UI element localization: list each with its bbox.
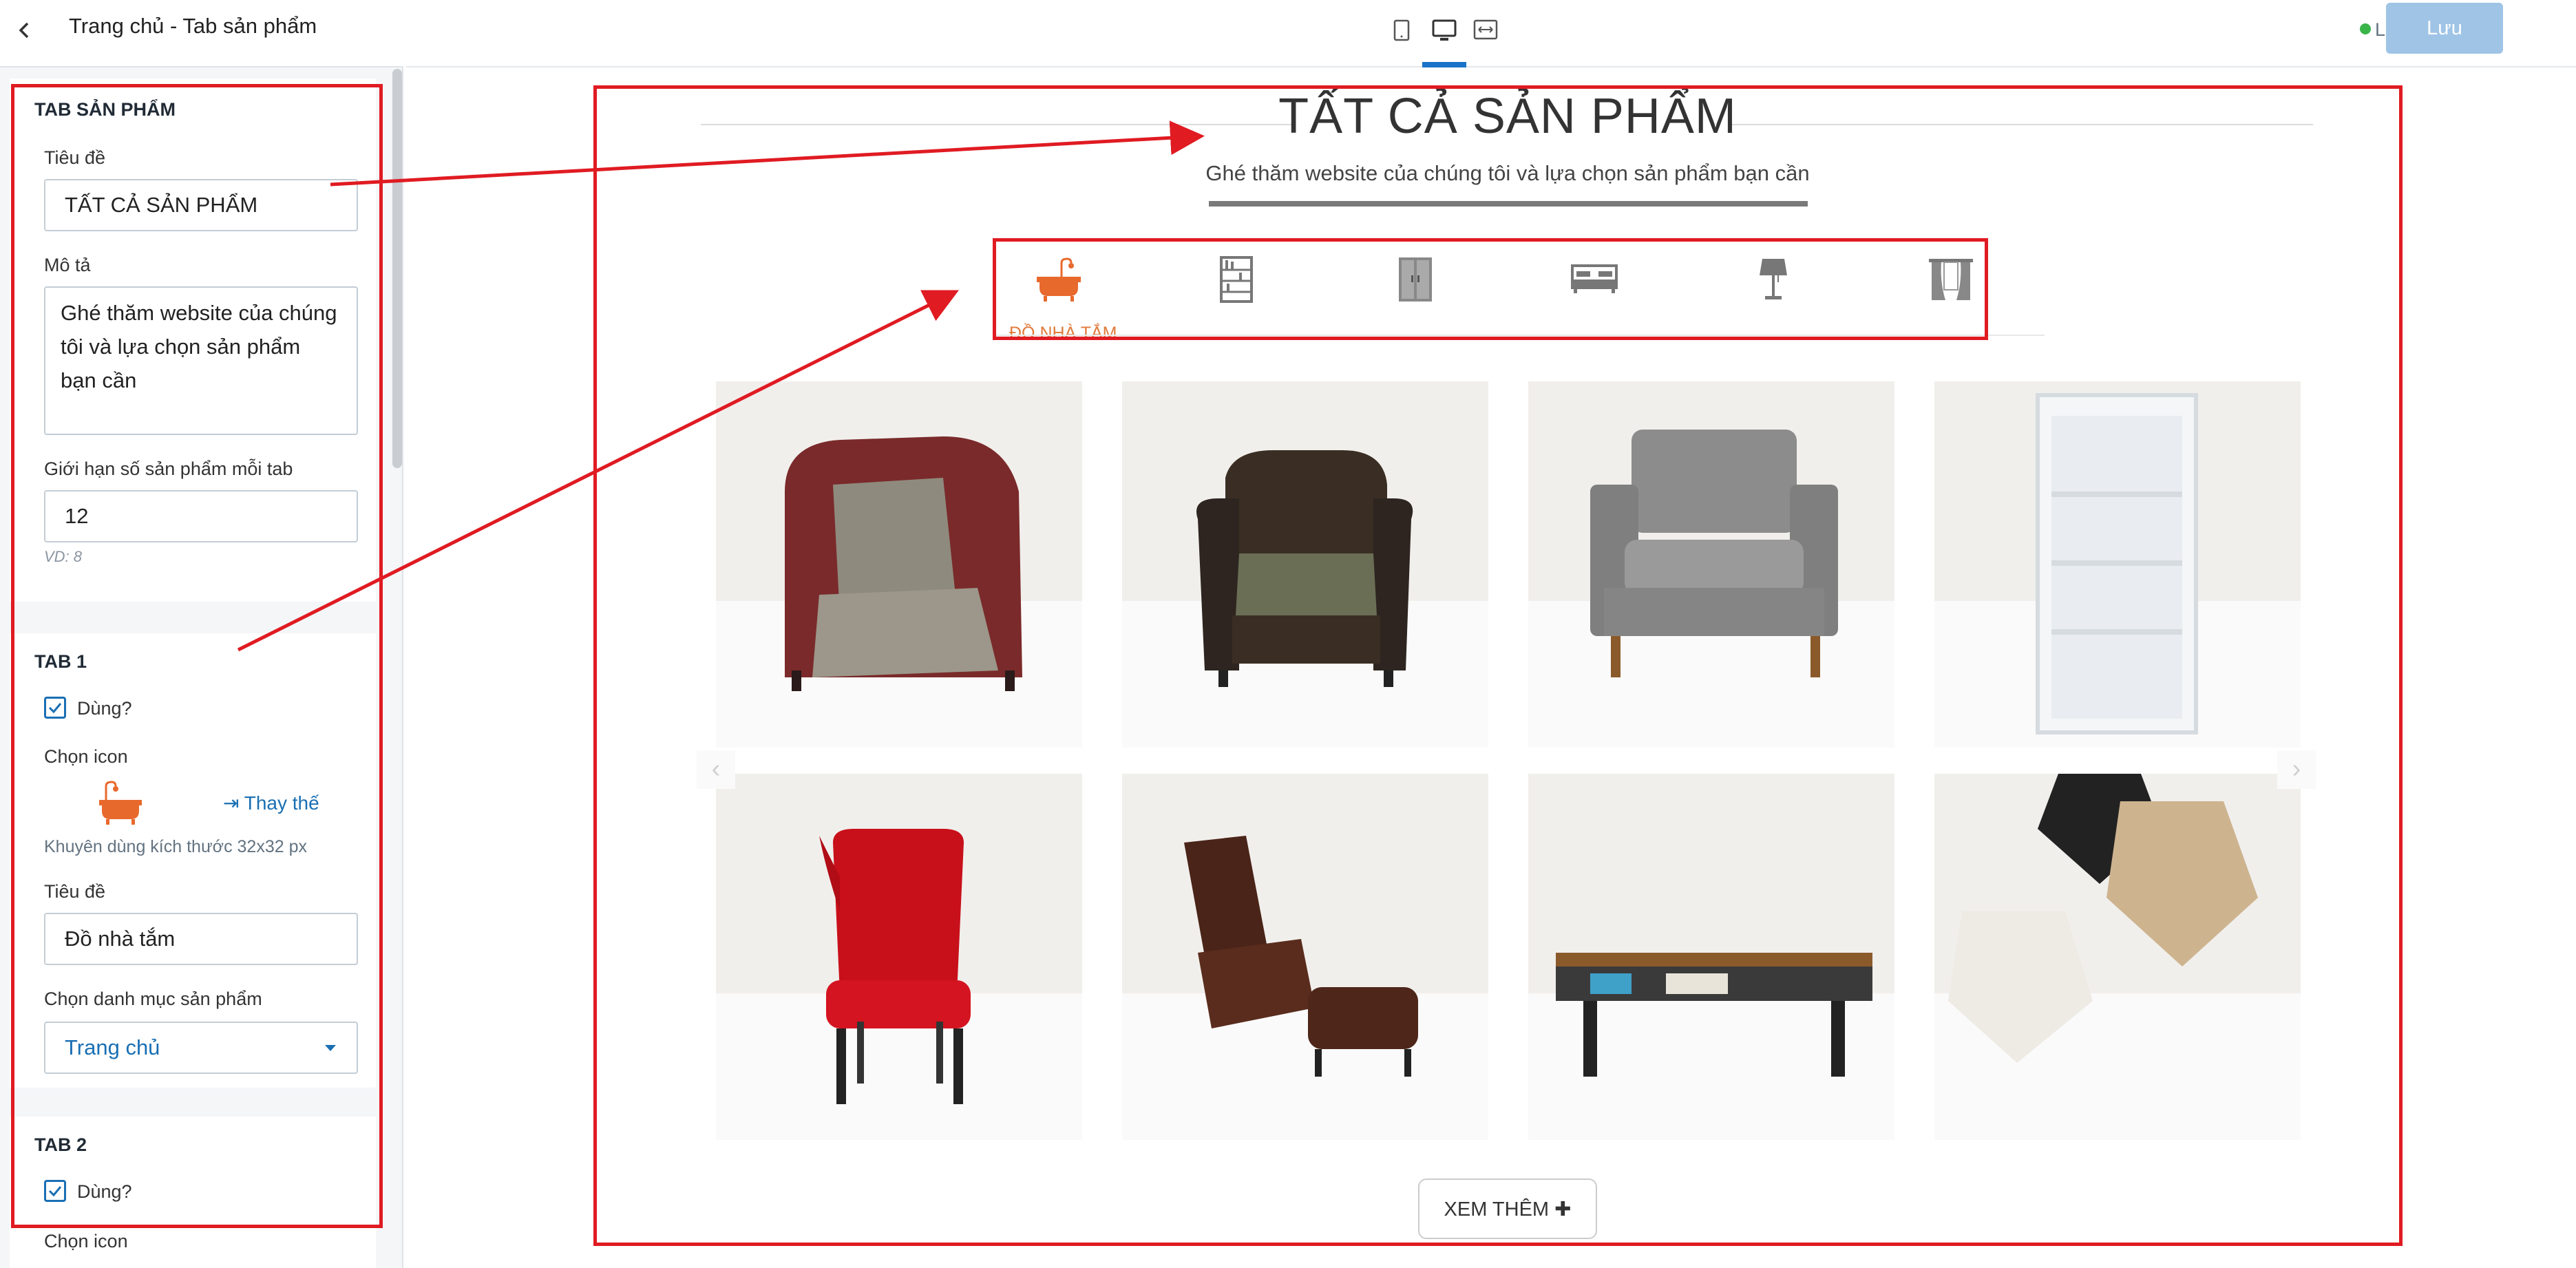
arrow-title bbox=[330, 120, 1205, 187]
arrow-tabs bbox=[237, 290, 959, 652]
annotation-arrows bbox=[237, 120, 1205, 652]
